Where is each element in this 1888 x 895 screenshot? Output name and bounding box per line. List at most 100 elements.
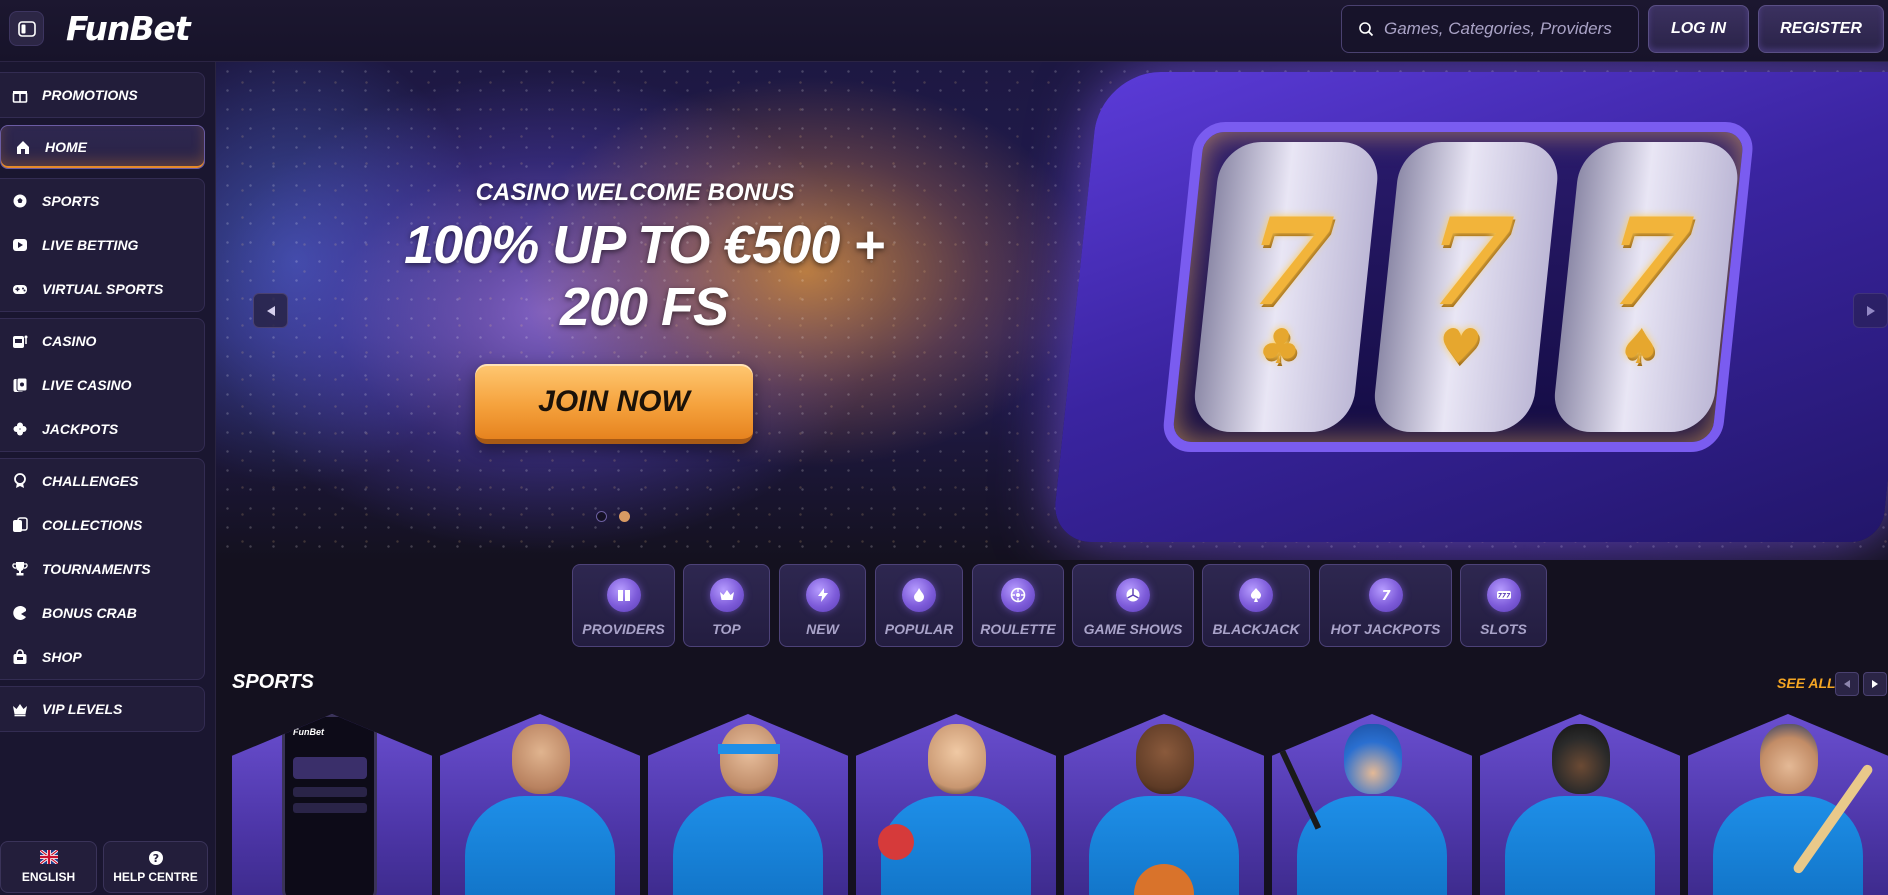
category-hot-jackpots[interactable]: 7 HOT JACKPOTS: [1319, 564, 1452, 647]
crown-icon: [12, 701, 28, 717]
sidebar-item-vip-levels[interactable]: VIP LEVELS: [0, 687, 204, 731]
sidebar-item-tournaments[interactable]: TOURNAMENTS: [0, 547, 204, 591]
sidebar-item-live-casino[interactable]: LIVE CASINO: [0, 363, 204, 407]
sports-next-button[interactable]: [1863, 672, 1887, 696]
category-slots[interactable]: 777 SLOTS: [1460, 564, 1547, 647]
sport-card-table-tennis[interactable]: [856, 714, 1056, 895]
sport-card-american-football[interactable]: [1480, 714, 1680, 895]
sidebar-item-label: SPORTS: [42, 193, 100, 209]
hero-title: 100% UP TO €500 + 200 FS: [314, 214, 974, 338]
sidebar-item-label: VIP LEVELS: [42, 701, 123, 717]
see-all-link[interactable]: SEE ALL: [1777, 675, 1836, 691]
nav-group-casino: CASINO LIVE CASINO JACKPOTS: [0, 318, 205, 452]
slide-dot-active[interactable]: [596, 511, 607, 522]
paddle-illustration: [878, 824, 914, 860]
collection-icon: [12, 517, 28, 533]
category-label: BLACKJACK: [1212, 621, 1300, 637]
category-label: PROVIDERS: [582, 621, 665, 637]
category-blackjack[interactable]: BLACKJACK: [1202, 564, 1310, 647]
search-box[interactable]: [1341, 5, 1639, 53]
book-icon: [606, 578, 641, 612]
athlete-jersey: [465, 796, 615, 895]
cards-icon: [12, 377, 28, 393]
gamepad-icon: [12, 281, 28, 297]
chevron-right-icon: [1866, 305, 1875, 316]
sidebar-item-label: BONUS CRAB: [42, 605, 137, 621]
phone-banner: [293, 757, 367, 779]
login-button[interactable]: LOG IN: [1648, 5, 1749, 53]
join-now-button[interactable]: JOIN NOW: [475, 364, 753, 444]
top-header: FunBet LOG IN REGISTER: [0, 0, 1888, 62]
wheel-icon: [1116, 578, 1150, 612]
sport-card-baseball[interactable]: [1688, 714, 1888, 895]
category-popular[interactable]: POPULAR: [875, 564, 963, 647]
register-button[interactable]: REGISTER: [1758, 5, 1884, 53]
sidebar-item-shop[interactable]: SHOP: [0, 635, 204, 679]
athlete-jersey: [1297, 796, 1447, 895]
sidebar-item-live-betting[interactable]: LIVE BETTING: [0, 223, 204, 267]
help-centre-button[interactable]: ? HELP CENTRE: [103, 841, 208, 893]
category-game-shows[interactable]: GAME SHOWS: [1072, 564, 1194, 647]
phone-row: [293, 787, 367, 797]
shop-icon: [12, 649, 28, 665]
sports-prev-button[interactable]: [1835, 672, 1859, 696]
sidebar-item-casino[interactable]: CASINO: [0, 319, 204, 363]
category-label: GAME SHOWS: [1083, 621, 1183, 637]
language-label: ENGLISH: [21, 870, 76, 884]
sidebar-item-label: LIVE CASINO: [42, 377, 132, 393]
slide-dot[interactable]: [619, 511, 630, 522]
sport-card-hockey[interactable]: [1272, 714, 1472, 895]
category-roulette[interactable]: ROULETTE: [972, 564, 1064, 647]
phone-row: [293, 803, 367, 813]
sidebar-item-promotions[interactable]: PROMOTIONS: [0, 73, 204, 117]
chevron-right-icon: [1872, 680, 1878, 688]
sports-section-title: SPORTS: [232, 671, 314, 693]
sport-card-app[interactable]: FunBet: [232, 714, 432, 895]
help-centre-label: HELP CENTRE: [113, 870, 198, 884]
sidebar-toggle-button[interactable]: [9, 11, 44, 46]
spade-icon: [1239, 578, 1273, 612]
sidebar-item-jackpots[interactable]: JACKPOTS: [0, 407, 204, 451]
sidebar-item-virtual-sports[interactable]: VIRTUAL SPORTS: [0, 267, 204, 311]
athlete-helmet: [1344, 724, 1402, 794]
category-new[interactable]: NEW: [779, 564, 866, 647]
sport-card-tennis[interactable]: [648, 714, 848, 895]
uk-flag-icon: [38, 848, 59, 866]
hero-prev-button[interactable]: [253, 293, 288, 328]
sidebar-item-label: LIVE BETTING: [42, 237, 139, 253]
hero-subtitle: CASINO WELCOME BONUS: [475, 179, 795, 206]
athlete-helmet: [1552, 724, 1610, 794]
sport-card-football[interactable]: [440, 714, 640, 895]
sidebar-item-bonus-crab[interactable]: BONUS CRAB: [0, 591, 204, 635]
nav-group-vip: VIP LEVELS: [0, 686, 205, 732]
sidebar-item-sports[interactable]: SPORTS: [0, 179, 204, 223]
nav-group-promotions: PROMOTIONS: [0, 72, 205, 118]
athlete-jersey: [1505, 796, 1655, 895]
category-top[interactable]: TOP: [683, 564, 770, 647]
hero-next-button[interactable]: [1853, 293, 1888, 328]
sidebar: PROMOTIONS HOME SPORTS LIVE BETTING VIRT…: [0, 62, 216, 895]
hero-banner[interactable]: 7 ♣ 7 ♥ 7 ♠ CASINO WELCOME BONUS 100% UP TO…: [216, 62, 1888, 560]
sidebar-item-home[interactable]: HOME: [0, 125, 205, 169]
sidebar-item-challenges[interactable]: CHALLENGES: [0, 459, 204, 503]
search-input[interactable]: [1384, 19, 1634, 39]
sidebar-item-collections[interactable]: COLLECTIONS: [0, 503, 204, 547]
category-providers[interactable]: PROVIDERS: [572, 564, 675, 647]
sidebar-item-label: HOME: [45, 139, 87, 155]
language-button[interactable]: ENGLISH: [0, 841, 97, 893]
slot-reel: 7 ♣: [1190, 142, 1382, 432]
category-label: NEW: [806, 621, 839, 637]
crown-icon: [709, 578, 744, 612]
slot-machine-icon: [12, 333, 28, 349]
funbet-logo[interactable]: FunBet: [66, 9, 191, 49]
sidebar-item-label: PROMOTIONS: [42, 87, 138, 103]
svg-text:?: ?: [152, 852, 158, 865]
sidebar-item-label: CASINO: [42, 333, 97, 349]
category-label: SLOTS: [1480, 621, 1527, 637]
clover-icon: [12, 421, 28, 437]
crab-icon: [12, 605, 28, 621]
lightning-icon: [805, 578, 840, 612]
slots-icon: 777: [1486, 578, 1521, 612]
search-icon: [1359, 22, 1374, 37]
sport-card-basketball[interactable]: [1064, 714, 1264, 895]
